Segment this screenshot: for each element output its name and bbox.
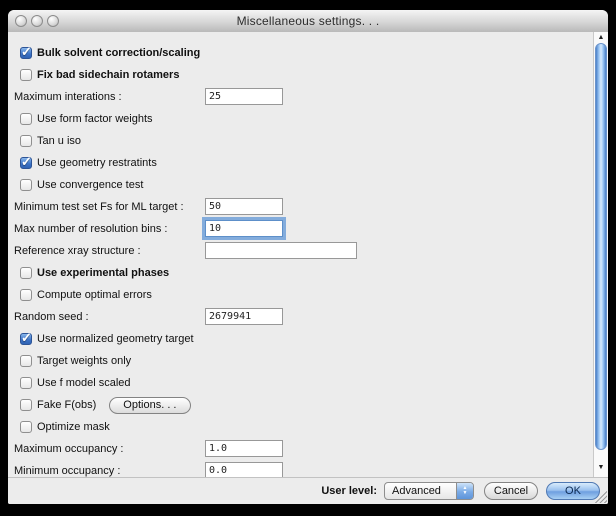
max-number-of-resolution-bins-field[interactable]	[205, 220, 283, 237]
ok-button[interactable]: OK	[546, 482, 600, 500]
use-normalized-geometry-target-checkbox[interactable]	[20, 333, 32, 345]
target-weights-only-checkbox[interactable]	[20, 355, 32, 367]
use-form-factor-weights-label: Use form factor weights	[37, 113, 153, 125]
scrollbar-thumb[interactable]	[595, 43, 607, 450]
desktop: { "window": { "title": "Miscellaneous se…	[0, 0, 616, 516]
zoom-icon[interactable]	[47, 15, 59, 27]
form-row-optimize-mask: Optimize mask	[14, 416, 588, 438]
form-row-max-number-of-resolution-bins: Max number of resolution bins :	[14, 218, 588, 240]
fix-bad-sidechain-rotamers-label: Fix bad sidechain rotamers	[37, 69, 179, 81]
max-number-of-resolution-bins-label: Max number of resolution bins :	[14, 223, 167, 235]
window-controls	[15, 15, 59, 27]
optimize-mask-checkbox[interactable]	[20, 421, 32, 433]
user-level-value: Advanced	[385, 485, 456, 497]
bulk-solvent-correction-scaling-label: Bulk solvent correction/scaling	[37, 47, 200, 59]
title-bar[interactable]: Miscellaneous settings. . .	[8, 10, 608, 33]
miscellaneous-settings-dialog: Miscellaneous settings. . . Bulk solvent…	[8, 10, 608, 504]
compute-optimal-errors-checkbox[interactable]	[20, 289, 32, 301]
tan-u-iso-checkbox[interactable]	[20, 135, 32, 147]
form-row-target-weights-only: Target weights only	[14, 350, 588, 372]
fake-f-obs-label: Fake F(obs)	[37, 399, 96, 411]
close-icon[interactable]	[15, 15, 27, 27]
form-row-bulk-solvent-correction-scaling: Bulk solvent correction/scaling	[14, 42, 588, 64]
use-form-factor-weights-checkbox[interactable]	[20, 113, 32, 125]
minimum-occupancy-field[interactable]	[205, 462, 283, 477]
form-row-fix-bad-sidechain-rotamers: Fix bad sidechain rotamers	[14, 64, 588, 86]
use-normalized-geometry-target-label: Use normalized geometry target	[37, 333, 194, 345]
minimize-icon[interactable]	[31, 15, 43, 27]
target-weights-only-label: Target weights only	[37, 355, 131, 367]
tan-u-iso-label: Tan u iso	[37, 135, 81, 147]
settings-form: Bulk solvent correction/scaling Fix bad s…	[14, 42, 588, 477]
form-row-minimum-test-set-fs-for-ml-target: Minimum test set Fs for ML target :	[14, 196, 588, 218]
form-row-use-convergence-test: Use convergence test	[14, 174, 588, 196]
fake-f-obs-checkbox[interactable]	[20, 399, 32, 411]
user-level-label: User level:	[321, 485, 377, 497]
optimize-mask-label: Optimize mask	[37, 421, 110, 433]
dialog-footer: User level: Advanced ▲ ▼ Cancel OK	[8, 477, 608, 504]
form-row-maximum-occupancy: Maximum occupancy :	[14, 438, 588, 460]
maximum-interations-field[interactable]	[205, 88, 283, 105]
random-seed-label: Random seed :	[14, 311, 89, 323]
cancel-button[interactable]: Cancel	[484, 482, 538, 500]
user-level-dropdown[interactable]: Advanced ▲ ▼	[384, 482, 474, 500]
form-row-use-form-factor-weights: Use form factor weights	[14, 108, 588, 130]
reference-xray-structure-field[interactable]	[205, 242, 357, 259]
reference-xray-structure-label: Reference xray structure :	[14, 245, 141, 257]
use-geometry-restratints-label: Use geometry restratints	[37, 157, 157, 169]
form-row-reference-xray-structure: Reference xray structure :	[14, 240, 588, 262]
form-row-fake-f-obs: Fake F(obs) Options. . .	[14, 394, 588, 416]
fake-f-obs-options-button[interactable]: Options. . .	[109, 397, 190, 414]
bulk-solvent-correction-scaling-checkbox[interactable]	[20, 47, 32, 59]
use-convergence-test-label: Use convergence test	[37, 179, 143, 191]
maximum-interations-label: Maximum interations :	[14, 91, 122, 103]
maximum-occupancy-label: Maximum occupancy :	[14, 443, 123, 455]
resize-grip[interactable]	[595, 491, 607, 503]
chevron-down-icon: ▼	[463, 491, 468, 496]
form-row-use-f-model-scaled: Use f model scaled	[14, 372, 588, 394]
settings-scroll-area: Bulk solvent correction/scaling Fix bad s…	[8, 32, 608, 477]
maximum-occupancy-field[interactable]	[205, 440, 283, 457]
use-f-model-scaled-checkbox[interactable]	[20, 377, 32, 389]
minimum-test-set-fs-for-ml-target-field[interactable]	[205, 198, 283, 215]
form-row-compute-optimal-errors: Compute optimal errors	[14, 284, 588, 306]
form-row-use-geometry-restratints: Use geometry restratints	[14, 152, 588, 174]
window-title: Miscellaneous settings. . .	[8, 14, 608, 28]
use-experimental-phases-checkbox[interactable]	[20, 267, 32, 279]
form-row-maximum-interations: Maximum interations :	[14, 86, 588, 108]
form-row-use-normalized-geometry-target: Use normalized geometry target	[14, 328, 588, 350]
vertical-scrollbar[interactable]: ▲ ▼	[593, 32, 608, 477]
scroll-down-arrow-icon[interactable]: ▼	[594, 464, 608, 472]
random-seed-field[interactable]	[205, 308, 283, 325]
fix-bad-sidechain-rotamers-checkbox[interactable]	[20, 69, 32, 81]
popup-stepper-icon: ▲ ▼	[456, 483, 473, 499]
use-f-model-scaled-label: Use f model scaled	[37, 377, 131, 389]
scroll-up-arrow-icon[interactable]: ▲	[594, 34, 608, 42]
form-row-random-seed: Random seed :	[14, 306, 588, 328]
minimum-occupancy-label: Minimum occupancy :	[14, 465, 120, 477]
use-geometry-restratints-checkbox[interactable]	[20, 157, 32, 169]
use-experimental-phases-label: Use experimental phases	[37, 267, 169, 279]
minimum-test-set-fs-for-ml-target-label: Minimum test set Fs for ML target :	[14, 201, 184, 213]
compute-optimal-errors-label: Compute optimal errors	[37, 289, 152, 301]
form-row-tan-u-iso: Tan u iso	[14, 130, 588, 152]
form-row-use-experimental-phases: Use experimental phases	[14, 262, 588, 284]
use-convergence-test-checkbox[interactable]	[20, 179, 32, 191]
form-row-minimum-occupancy: Minimum occupancy :	[14, 460, 588, 477]
